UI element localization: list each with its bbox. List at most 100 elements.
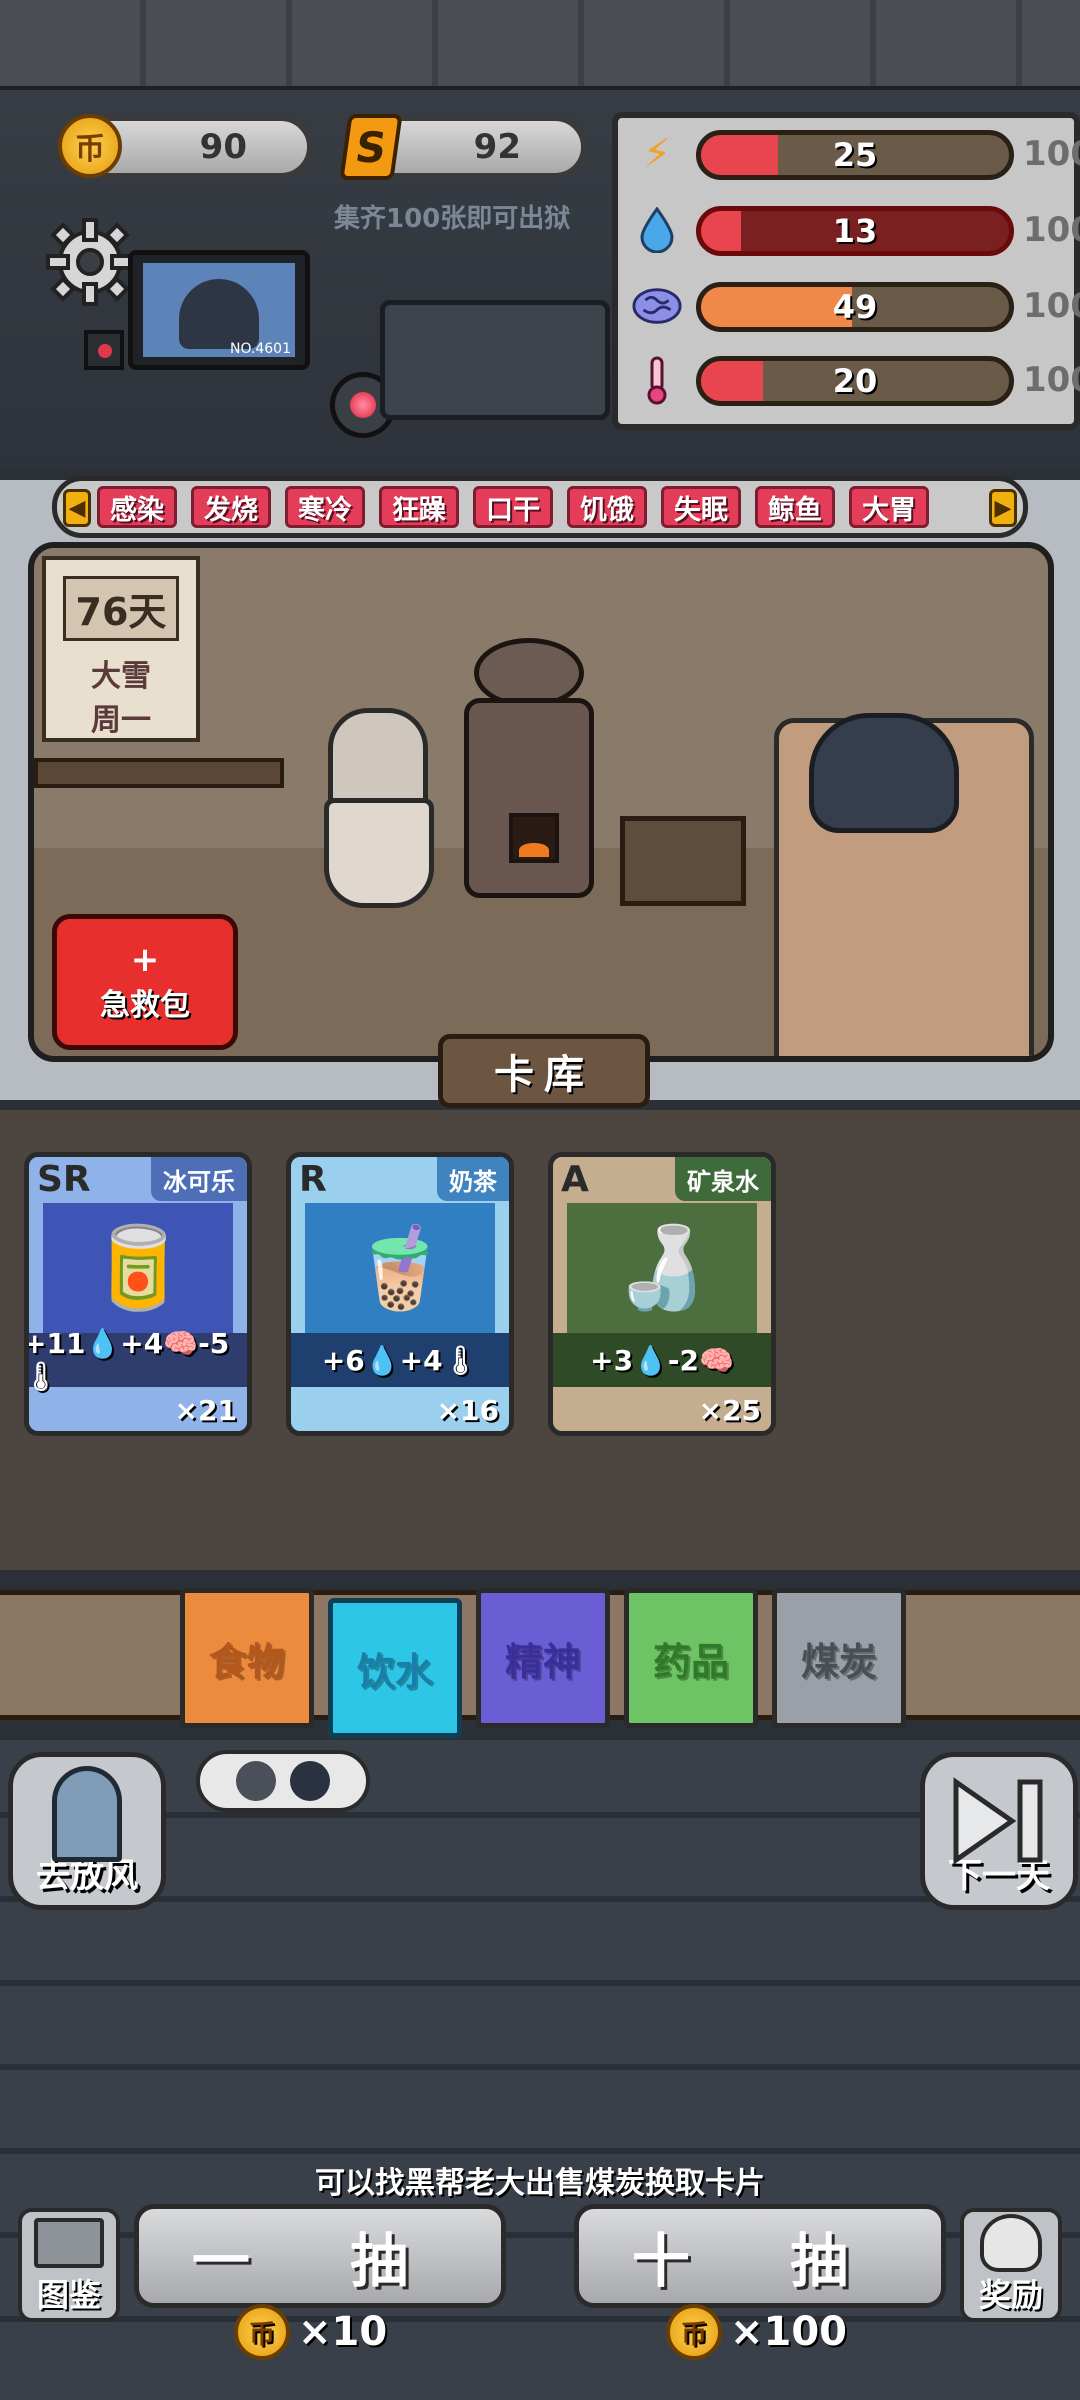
- stool: [620, 816, 746, 906]
- s-point-count: 92: [473, 127, 521, 167]
- tab-food[interactable]: 食物: [180, 1588, 314, 1728]
- symptom-tag[interactable]: 饥饿: [567, 486, 647, 528]
- toilet: [324, 708, 434, 918]
- book-icon: [34, 2218, 104, 2268]
- lens-glow: [350, 392, 376, 418]
- prisoner-monitor: NO.4601: [128, 250, 310, 370]
- milk-tea-icon: 🧋: [305, 1203, 495, 1333]
- ceiling-planks: [0, 0, 1080, 90]
- draw-ten-label: 十 抽: [631, 2227, 889, 2295]
- coin-count: 90: [199, 127, 247, 167]
- temperature-value: 20: [832, 362, 878, 400]
- stat-energy: ⚡ 25 100: [618, 124, 1080, 184]
- plus-icon: +: [130, 940, 160, 980]
- draw-ten-cost-value: ×100: [730, 2309, 848, 2355]
- calendar-poster: 76天 大雪 周一: [42, 556, 200, 742]
- symptom-bar: ◀ 感染 发烧 寒冷 狂躁 口干 饥饿 失眠 鲸鱼 大胃 ▶: [52, 476, 1028, 538]
- draw-ten-cost: 币 ×100: [666, 2304, 847, 2360]
- s-badge-text: S: [352, 122, 390, 172]
- coal-stove[interactable]: [464, 638, 594, 908]
- toilet-bowl: [324, 798, 434, 908]
- guard-avatar: [290, 1761, 330, 1801]
- gang-boss-avatar: [236, 1761, 276, 1801]
- temperature-bar: 20: [696, 356, 1014, 406]
- record-light-icon: [98, 344, 112, 358]
- symptom-tag[interactable]: 失眠: [661, 486, 741, 528]
- energy-value: 25: [832, 136, 878, 174]
- water-bar: 13: [696, 206, 1014, 256]
- prisoner-avatar: [179, 279, 259, 349]
- draw-one-button[interactable]: 一 抽: [134, 2204, 506, 2308]
- coin-icon-text: 币: [680, 2319, 707, 2350]
- card-count: ×16: [436, 1394, 499, 1427]
- stat-mind: 49 100: [618, 276, 1080, 336]
- card-rank: A: [561, 1159, 589, 1200]
- card-effect: +6💧+4🌡: [291, 1333, 509, 1387]
- card-library-title: 卡库: [438, 1034, 650, 1108]
- skip-forward-icon: [950, 1776, 1050, 1866]
- symptom-tag[interactable]: 感染: [97, 486, 177, 528]
- card-rank: R: [299, 1159, 327, 1200]
- card-count: ×25: [698, 1394, 761, 1427]
- card-effect: +3💧-2🧠: [553, 1333, 771, 1387]
- water-drop-icon: [632, 204, 682, 256]
- symptom-tag[interactable]: 狂躁: [379, 486, 459, 528]
- coin-icon: 币: [234, 2304, 290, 2360]
- escape-hint: 集齐100张即可出狱: [334, 204, 571, 234]
- card-effect: +11💧+4🧠-5🌡: [29, 1327, 247, 1393]
- stove-body: [464, 698, 594, 898]
- coin-icon: 币: [58, 114, 122, 178]
- gear-icon[interactable]: [42, 214, 138, 310]
- mouse-icon: [980, 2214, 1042, 2272]
- tab-water[interactable]: 饮水: [328, 1598, 462, 1738]
- draw-one-cost-value: ×10: [298, 2309, 388, 2355]
- symptom-tag[interactable]: 大胃: [849, 486, 929, 528]
- card-item[interactable]: A 矿泉水 🍶 +3💧-2🧠 ×25: [548, 1152, 776, 1436]
- symptom-tag[interactable]: 发烧: [191, 486, 271, 528]
- card-name: 冰可乐: [151, 1157, 247, 1201]
- coin-icon: 币: [666, 2304, 722, 2360]
- tab-medicine[interactable]: 药品: [624, 1588, 758, 1728]
- s-badge-icon: S: [339, 114, 403, 180]
- day-count: 76天: [62, 576, 180, 641]
- tab-mind[interactable]: 精神: [476, 1588, 610, 1728]
- water-value: 13: [832, 212, 878, 250]
- first-aid-label: 急救包: [100, 988, 190, 1023]
- mind-bar: 49: [696, 282, 1014, 332]
- symptom-tag[interactable]: 口干: [473, 486, 553, 528]
- machinery: [380, 300, 610, 420]
- camera-box: [84, 330, 124, 370]
- mind-max: 100: [1023, 286, 1080, 326]
- draw-one-cost: 币 ×10: [234, 2304, 387, 2360]
- symptom-tag[interactable]: 寒冷: [285, 486, 365, 528]
- card-count: ×21: [174, 1394, 237, 1427]
- first-aid-kit-button[interactable]: + 急救包: [52, 914, 238, 1050]
- card-item[interactable]: R 奶茶 🧋 +6💧+4🌡 ×16: [286, 1152, 514, 1436]
- water-max: 100: [1023, 210, 1080, 250]
- sleeping-prisoner: [809, 713, 959, 833]
- weekday-label: 周一: [91, 703, 151, 738]
- coin-icon-text: 币: [75, 132, 105, 167]
- draw-ten-button[interactable]: 十 抽: [574, 2204, 946, 2308]
- stove-fire-icon: [509, 813, 559, 863]
- lightning-icon: ⚡: [642, 131, 672, 177]
- card-name: 矿泉水: [675, 1157, 771, 1201]
- reward-label: 奖励: [978, 2276, 1043, 2314]
- coin-icon-text: 币: [248, 2319, 275, 2350]
- mind-value: 49: [832, 288, 878, 326]
- temperature-max: 100: [1023, 360, 1080, 400]
- symptom-tag[interactable]: 鲸鱼: [755, 486, 835, 528]
- stats-panel: ⚡ 25 100 13 100 49 100 20 100: [612, 112, 1080, 430]
- stat-temperature: 20 100: [618, 350, 1080, 410]
- draw-one-label: 一 抽: [191, 2227, 449, 2295]
- chevron-left-icon[interactable]: ◀: [63, 489, 91, 527]
- cola-can-icon: 🥫: [43, 1203, 233, 1333]
- brain-icon: [632, 280, 682, 332]
- stat-water: 13 100: [618, 200, 1080, 260]
- chevron-right-icon[interactable]: ▶: [989, 489, 1017, 527]
- thought-bubble[interactable]: [196, 1750, 370, 1812]
- card-item[interactable]: SR 冰可乐 🥫 +11💧+4🧠-5🌡 ×21: [24, 1152, 252, 1436]
- hint-text: 可以找黑帮老大出售煤炭换取卡片: [315, 2166, 765, 2201]
- tab-coal[interactable]: 煤炭: [772, 1588, 906, 1728]
- thermometer-icon: [632, 354, 682, 406]
